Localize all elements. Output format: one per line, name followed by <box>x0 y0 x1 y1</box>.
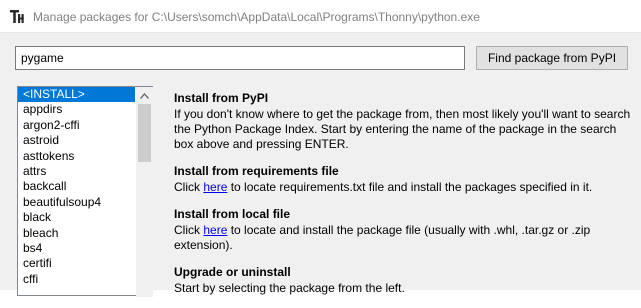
upgrade-section-body: Start by selecting the package from the … <box>174 281 405 295</box>
local-text-after: to locate and install the package file (… <box>174 223 591 252</box>
scroll-thumb[interactable] <box>138 104 151 162</box>
find-package-button[interactable]: Find package from PyPI <box>476 46 628 70</box>
list-item[interactable]: astroid <box>18 133 135 148</box>
manage-packages-window: Manage packages for C:\Users\somch\AppDa… <box>0 0 641 297</box>
list-item[interactable]: cffi <box>18 272 135 287</box>
list-item[interactable]: asttokens <box>18 149 135 164</box>
local-text-before: Click <box>174 223 204 237</box>
package-search-input[interactable] <box>15 46 465 70</box>
list-item[interactable]: black <box>18 210 135 225</box>
list-item[interactable]: bleach <box>18 226 135 241</box>
scroll-up-arrow-icon[interactable] <box>136 87 153 104</box>
list-item-install[interactable]: <INSTALL> <box>18 87 135 103</box>
list-item[interactable]: certifi <box>18 256 135 271</box>
local-file-section: Install from local file Click here to lo… <box>174 207 634 253</box>
list-item[interactable]: beautifulsoup4 <box>18 195 135 210</box>
list-item[interactable]: bs4 <box>18 241 135 256</box>
requirements-text-before: Click <box>174 180 204 194</box>
pypi-section: Install from PyPI If you don't know wher… <box>174 91 634 152</box>
window-title: Manage packages for C:\Users\somch\AppDa… <box>33 10 480 24</box>
upgrade-section-title: Upgrade or uninstall <box>174 265 291 279</box>
requirements-section-title: Install from requirements file <box>174 164 339 178</box>
pypi-section-title: Install from PyPI <box>174 91 269 105</box>
package-list-scrollbar[interactable] <box>136 87 153 297</box>
local-file-section-title: Install from local file <box>174 207 291 221</box>
list-item[interactable]: appdirs <box>18 102 135 117</box>
requirements-here-link[interactable]: here <box>203 180 227 194</box>
list-item[interactable]: argon2-cffi <box>18 118 135 133</box>
pypi-section-body: If you don't know where to get the packa… <box>174 107 631 151</box>
thonny-app-icon <box>9 9 25 25</box>
list-item[interactable]: attrs <box>18 164 135 179</box>
local-file-section-body: Click here to locate and install the pac… <box>174 223 634 253</box>
requirements-section: Install from requirements file Click her… <box>174 164 634 195</box>
package-list-frame: <INSTALL> appdirs argon2-cffi astroid as… <box>17 86 153 297</box>
upgrade-section: Upgrade or uninstall Start by selecting … <box>174 265 634 296</box>
title-bar[interactable]: Manage packages for C:\Users\somch\AppDa… <box>0 0 641 33</box>
requirements-section-body: Click here to locate requirements.txt fi… <box>174 180 634 195</box>
local-file-here-link[interactable]: here <box>203 223 227 237</box>
install-info-panel: Install from PyPI If you don't know wher… <box>174 91 634 308</box>
package-list[interactable]: <INSTALL> appdirs argon2-cffi astroid as… <box>18 87 135 297</box>
requirements-text-after: to locate requirements.txt file and inst… <box>227 180 593 194</box>
list-item[interactable]: backcall <box>18 179 135 194</box>
